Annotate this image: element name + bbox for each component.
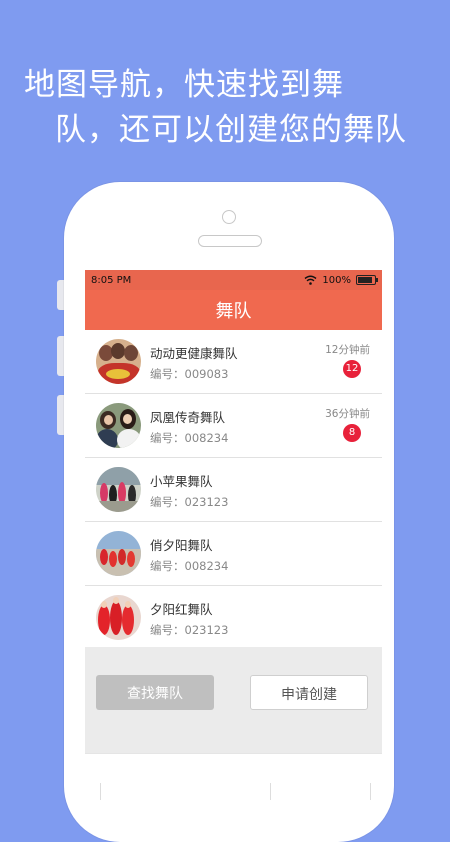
team-avatar — [96, 339, 141, 384]
team-name: 凤凰传奇舞队 — [150, 410, 226, 425]
list-item[interactable]: 夕阳红舞队 编号：023123 — [85, 586, 382, 650]
status-time: 8:05 PM — [91, 274, 132, 286]
promo-line-1: 地图导航，快速找到舞 — [24, 67, 344, 103]
team-code: 编号：023123 — [150, 623, 229, 637]
phone-speaker — [198, 235, 262, 247]
wifi-icon — [304, 275, 317, 285]
find-team-button[interactable]: 查找舞队 — [96, 675, 214, 710]
battery-percent: 100% — [322, 274, 351, 286]
divider — [370, 783, 371, 800]
team-avatar — [96, 595, 141, 640]
bottom-bar — [85, 753, 382, 800]
phone-camera — [222, 210, 236, 224]
nav-bar: 舞队 — [85, 290, 382, 330]
unread-badge: 8 — [343, 424, 361, 442]
team-list: 动动更健康舞队 编号：009083 12分钟前 12 凤凰传奇舞队 编号：008… — [85, 330, 382, 650]
team-code: 编号：023123 — [150, 495, 229, 509]
battery-icon — [356, 275, 378, 285]
team-name: 小苹果舞队 — [150, 474, 213, 489]
team-name: 动动更健康舞队 — [150, 346, 238, 361]
divider — [270, 783, 271, 800]
list-item[interactable]: 动动更健康舞队 编号：009083 12分钟前 12 — [85, 330, 382, 394]
divider — [100, 783, 101, 800]
team-name: 夕阳红舞队 — [150, 602, 213, 617]
team-code: 编号：008234 — [150, 431, 229, 445]
app-screen: 8:05 PM 100% 舞队 动动更健康舞队 编号：009083 12分钟前 … — [85, 270, 382, 800]
team-code: 编号：009083 — [150, 367, 229, 381]
create-team-button[interactable]: 申请创建 — [250, 675, 368, 710]
team-time: 12分钟前 — [325, 344, 370, 356]
team-avatar — [96, 467, 141, 512]
unread-badge: 12 — [343, 360, 361, 378]
team-code: 编号：008234 — [150, 559, 229, 573]
team-name: 俏夕阳舞队 — [150, 538, 213, 553]
action-area: 查找舞队 申请创建 — [85, 647, 382, 753]
page-title: 舞队 — [215, 301, 252, 322]
status-bar: 8:05 PM 100% — [85, 270, 382, 290]
team-avatar — [96, 531, 141, 576]
list-item[interactable]: 俏夕阳舞队 编号：008234 — [85, 522, 382, 586]
team-avatar — [96, 403, 141, 448]
list-item[interactable]: 小苹果舞队 编号：023123 — [85, 458, 382, 522]
list-item[interactable]: 凤凰传奇舞队 编号：008234 36分钟前 8 — [85, 394, 382, 458]
promo-line-2: 队，还可以创建您的舞队 — [55, 112, 407, 148]
team-time: 36分钟前 — [325, 408, 370, 420]
